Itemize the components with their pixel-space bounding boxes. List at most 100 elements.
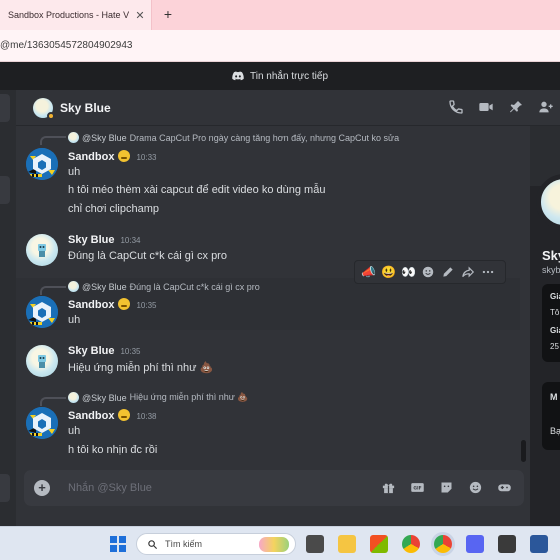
- avatar[interactable]: [26, 407, 58, 439]
- pinned-messages-icon[interactable]: [508, 99, 524, 115]
- reaction-megaphone[interactable]: 📣: [361, 265, 376, 279]
- sticker-icon[interactable]: [439, 480, 454, 495]
- user-profile-panel: Sky skyb Gia Tô Gia 25 M Bạ: [530, 126, 560, 526]
- message-timestamp: 10:35: [136, 301, 157, 310]
- idle-status-icon: [47, 112, 55, 120]
- sandbox-logo-icon: [26, 296, 58, 328]
- taskbar: Tìm kiếm: [0, 526, 560, 560]
- video-call-icon[interactable]: [478, 99, 494, 115]
- sidebar-item[interactable]: [0, 474, 10, 502]
- message-timestamp: 10:33: [136, 153, 157, 162]
- reply-preview[interactable]: @Sky Blue Hiệu ứng miễn phí thì như 💩: [68, 392, 248, 403]
- message-author[interactable]: Sandbox 10:35: [68, 298, 156, 311]
- taskbar-app-icon[interactable]: [498, 535, 516, 553]
- reaction-smile[interactable]: 😃: [381, 265, 396, 279]
- microsoft-store-icon[interactable]: [370, 535, 388, 553]
- sandbox-logo-icon: [26, 407, 58, 439]
- message-composer[interactable]: + Nhắn @Sky Blue GIF: [24, 470, 524, 506]
- profile-username: skyb: [542, 265, 560, 275]
- discord-logo-icon: [232, 71, 244, 81]
- emoji-badge-icon: [118, 409, 131, 421]
- avatar[interactable]: [26, 345, 58, 377]
- reply-preview[interactable]: @Sky Blue Drama CapCut Pro ngày càng tăn…: [68, 132, 399, 143]
- chat-header: Sky Blue: [16, 90, 560, 126]
- message-text: chỉ chơi clipchamp: [68, 203, 159, 215]
- voice-call-icon[interactable]: [448, 99, 464, 115]
- author-name[interactable]: Sandbox: [68, 151, 114, 163]
- address-bar[interactable]: @me/1363054572804902943: [0, 30, 560, 62]
- reply-author: @Sky Blue: [82, 392, 127, 403]
- author-name[interactable]: Sandbox: [68, 410, 114, 422]
- taskbar-app-icon[interactable]: [530, 535, 548, 553]
- message-author[interactable]: Sky Blue 10:34: [68, 234, 141, 246]
- message-author[interactable]: Sandbox 10:38: [68, 409, 156, 422]
- profile-info-value: 25: [550, 342, 559, 351]
- avatar[interactable]: [26, 234, 58, 266]
- profile-mutual-label: M: [550, 392, 558, 402]
- message-input-placeholder[interactable]: Nhắn @Sky Blue: [68, 482, 152, 494]
- scrollbar[interactable]: [521, 440, 526, 462]
- author-name[interactable]: Sky Blue: [68, 345, 114, 357]
- url-text[interactable]: @me/1363054572804902943: [0, 40, 133, 51]
- forward-icon[interactable]: [461, 265, 475, 279]
- profile-info-value: Tô: [550, 308, 560, 317]
- add-friends-icon[interactable]: [538, 99, 554, 115]
- message-author[interactable]: Sky Blue 10:35: [68, 345, 141, 357]
- author-name[interactable]: Sky Blue: [68, 234, 114, 246]
- app-title: Tin nhắn trực tiếp: [249, 70, 329, 82]
- activities-icon[interactable]: [497, 480, 512, 495]
- emoji-icon[interactable]: [468, 480, 483, 495]
- avatar[interactable]: [26, 296, 58, 328]
- discord-taskbar-icon[interactable]: [466, 535, 484, 553]
- author-name[interactable]: Sandbox: [68, 299, 114, 311]
- gif-icon[interactable]: GIF: [410, 480, 425, 495]
- reply-text: Hiệu ứng miễn phí thì như 💩: [129, 392, 249, 402]
- message-author[interactable]: Sandbox 10:33: [68, 150, 156, 163]
- reply-text: Drama CapCut Pro ngày càng tăng hơn đấy,…: [129, 132, 400, 143]
- taskbar-search[interactable]: Tìm kiếm: [136, 533, 296, 555]
- add-reaction-icon[interactable]: [421, 265, 435, 279]
- reply-connector: [40, 136, 66, 145]
- profile-mutual-card[interactable]: M Bạ: [542, 382, 560, 450]
- reply-author: @Sky Blue: [82, 132, 127, 143]
- profile-info-label: Gia: [550, 292, 560, 301]
- chat-title[interactable]: Sky Blue: [60, 101, 111, 115]
- sidebar-item[interactable]: [0, 94, 10, 122]
- avatar: [68, 132, 79, 143]
- browser-tab[interactable]: Sandbox Productions - Hate V ✕: [0, 0, 152, 30]
- reply-text: Đúng là CapCut c*k cái gì cx pro: [129, 281, 260, 292]
- avatar[interactable]: [26, 148, 58, 180]
- message-text: h tôi ko nhịn đc rồi: [68, 444, 158, 456]
- tab-close-icon[interactable]: ✕: [133, 9, 147, 22]
- gift-icon[interactable]: [381, 480, 396, 495]
- new-tab-button[interactable]: +: [160, 6, 176, 22]
- message-text: Hiệu ứng miễn phí thì như 💩: [68, 362, 214, 374]
- chrome-icon[interactable]: [402, 535, 420, 553]
- message-text: Đúng là CapCut c*k cái gì cx pro: [68, 250, 227, 262]
- avatar: [68, 281, 79, 292]
- windows-start-icon[interactable]: [110, 536, 126, 552]
- task-view-icon[interactable]: [306, 535, 324, 553]
- message-text: uh: [68, 425, 81, 437]
- reply-connector: [40, 286, 66, 295]
- chrome-active-icon[interactable]: [434, 535, 452, 553]
- emoji-badge-icon: [118, 150, 131, 162]
- taskbar-search-placeholder: Tìm kiếm: [165, 539, 202, 549]
- message-timestamp: 10:38: [136, 412, 157, 421]
- emoji-badge-icon: [118, 298, 131, 310]
- message-list: @Sky Blue Drama CapCut Pro ngày càng tăn…: [16, 126, 520, 470]
- more-options-icon[interactable]: [481, 265, 495, 279]
- sky-blue-avatar-icon: [38, 355, 46, 368]
- search-highlight-art: [259, 537, 289, 552]
- edit-icon[interactable]: [441, 265, 455, 279]
- profile-mutual-value: Bạ: [550, 426, 560, 436]
- search-icon: [148, 540, 158, 550]
- reply-preview[interactable]: @Sky Blue Đúng là CapCut c*k cái gì cx p…: [68, 281, 260, 292]
- profile-info-label: Gia: [550, 326, 560, 335]
- message-timestamp: 10:35: [120, 347, 141, 356]
- reaction-eyes[interactable]: 👀: [401, 265, 416, 279]
- svg-text:GIF: GIF: [413, 485, 421, 491]
- file-explorer-icon[interactable]: [338, 535, 356, 553]
- sidebar-item[interactable]: [0, 176, 10, 204]
- attach-plus-icon[interactable]: +: [34, 480, 50, 496]
